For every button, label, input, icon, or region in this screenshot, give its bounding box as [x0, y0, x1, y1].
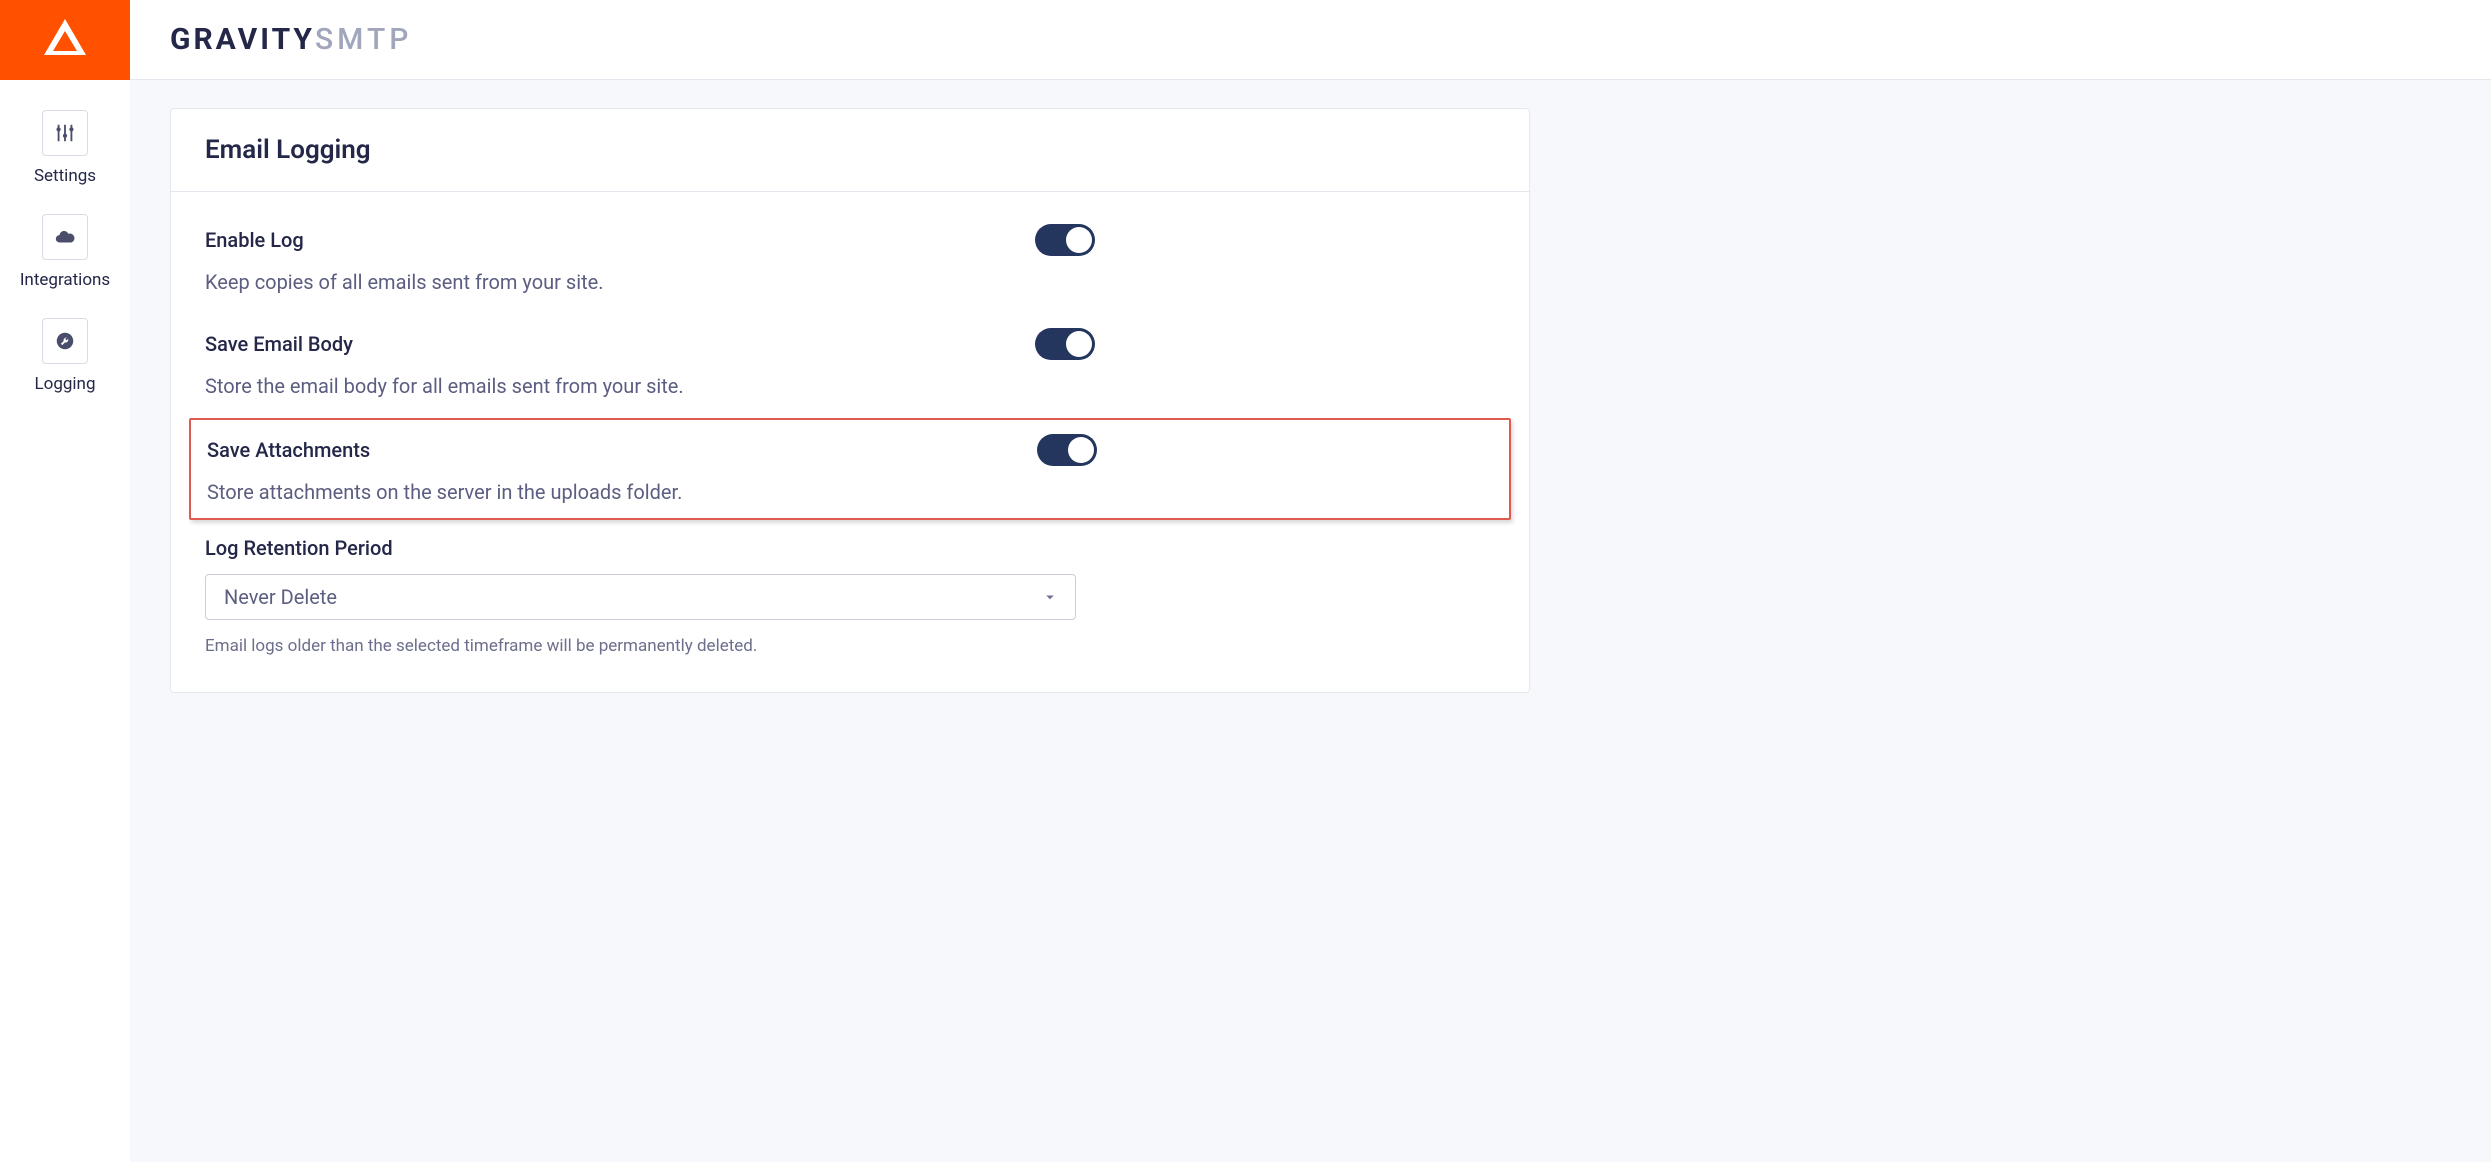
log-retention-select[interactable]: Never Delete — [205, 574, 1076, 620]
settings-card: Email Logging Enable Log Keep copies of … — [170, 108, 1530, 693]
sidebar-item-integrations[interactable]: Integrations — [20, 214, 110, 290]
sidebar-item-logging[interactable]: Logging — [34, 318, 95, 394]
setting-enable-log: Enable Log Keep copies of all emails sen… — [189, 210, 1511, 308]
card-title: Email Logging — [205, 135, 1495, 165]
toggle-save-attachments[interactable] — [1037, 434, 1097, 466]
toggle-save-email-body[interactable] — [1035, 328, 1095, 360]
brand-logo — [0, 0, 130, 80]
brand-name: GRAVITYSMTP — [170, 22, 412, 57]
content: Email Logging Enable Log Keep copies of … — [130, 80, 2491, 733]
setting-save-email-body: Save Email Body Store the email body for… — [189, 314, 1511, 412]
card-body: Enable Log Keep copies of all emails sen… — [171, 192, 1529, 692]
select-help-text: Email logs older than the selected timef… — [205, 636, 1495, 656]
sidebar-item-settings[interactable]: Settings — [34, 110, 96, 186]
toggle-enable-log[interactable] — [1035, 224, 1095, 256]
setting-label: Save Email Body — [205, 332, 353, 356]
sliders-icon — [42, 110, 88, 156]
setting-save-attachments: Save Attachments Store attachments on th… — [189, 418, 1511, 520]
main: GRAVITYSMTP Email Logging Enable Log Kee… — [130, 0, 2491, 1162]
setting-label: Save Attachments — [207, 438, 370, 462]
sidebar-item-label: Integrations — [20, 270, 110, 290]
sidebar: Settings Integrations Logging — [0, 0, 130, 1162]
select-value: Never Delete — [224, 585, 337, 609]
brand-strong: GRAVITY — [170, 22, 315, 57]
brand-light: SMTP — [315, 22, 412, 57]
chevron-down-icon — [1041, 588, 1059, 606]
wrench-circle-icon — [42, 318, 88, 364]
sidebar-item-label: Logging — [34, 374, 95, 394]
setting-log-retention: Log Retention Period Never Delete Email … — [189, 526, 1511, 664]
select-label: Log Retention Period — [205, 536, 1495, 560]
setting-description: Store attachments on the server in the u… — [207, 480, 1493, 504]
setting-description: Store the email body for all emails sent… — [205, 374, 1495, 398]
setting-description: Keep copies of all emails sent from your… — [205, 270, 1495, 294]
card-header: Email Logging — [171, 109, 1529, 192]
sidebar-nav: Settings Integrations Logging — [20, 80, 110, 394]
cloud-icon — [42, 214, 88, 260]
setting-label: Enable Log — [205, 228, 304, 252]
gravity-logo-icon — [40, 15, 90, 65]
header: GRAVITYSMTP — [130, 0, 2491, 80]
sidebar-item-label: Settings — [34, 166, 96, 186]
